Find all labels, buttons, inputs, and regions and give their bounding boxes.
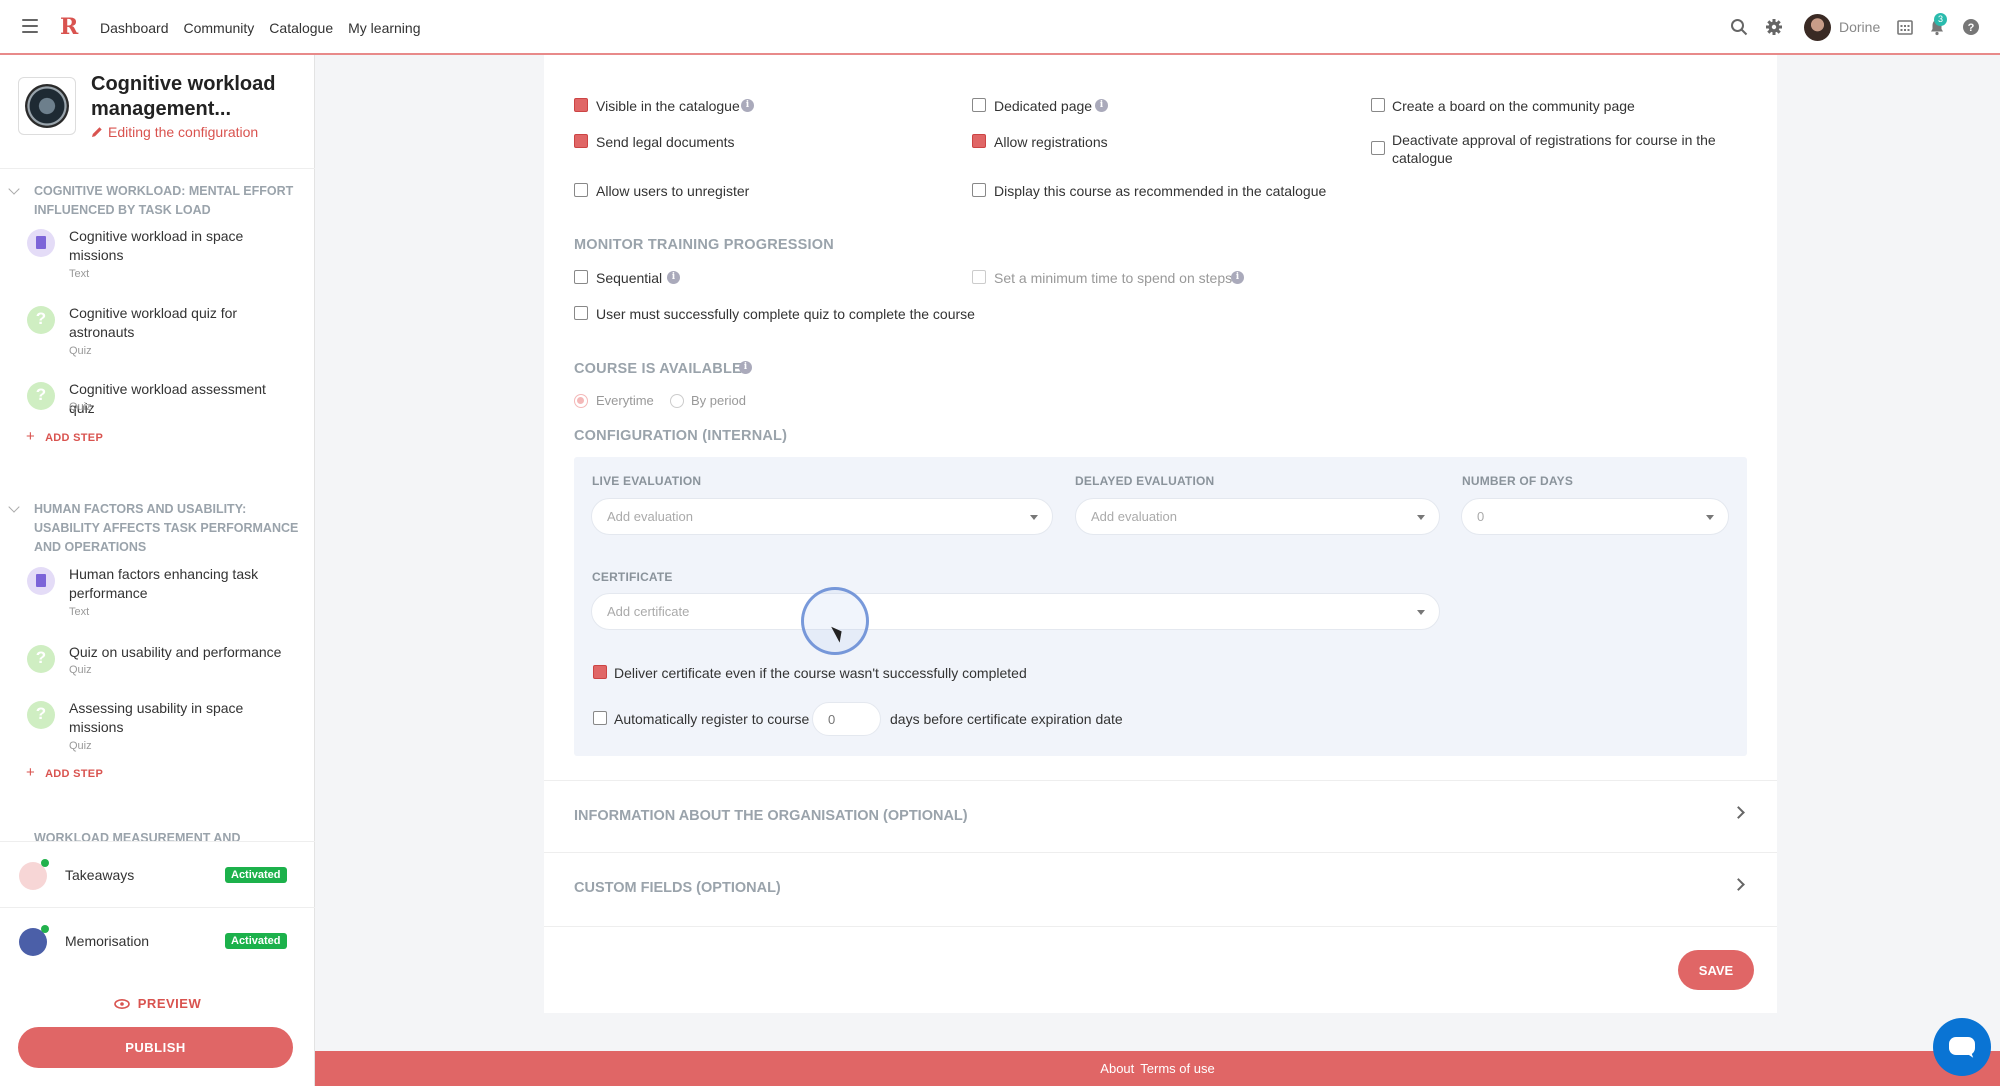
info-icon[interactable]: i xyxy=(741,99,754,112)
add-step-button[interactable]: + ADD STEP xyxy=(26,764,103,781)
sequential-checkbox[interactable] xyxy=(574,270,588,284)
allow-registrations-checkbox[interactable] xyxy=(972,134,986,148)
terms-link[interactable]: Terms of use xyxy=(1140,1061,1214,1076)
nav-dashboard[interactable]: Dashboard xyxy=(100,20,169,36)
quiz-step-icon xyxy=(27,645,55,673)
svg-text:?: ? xyxy=(1968,22,1975,34)
caret-down-icon xyxy=(1030,515,1038,520)
everytime-radio[interactable] xyxy=(574,394,588,408)
live-eval-select[interactable]: Add evaluation xyxy=(591,498,1053,535)
info-icon[interactable]: i xyxy=(1095,99,1108,112)
status-badge: Activated xyxy=(225,867,287,883)
chevron-down-icon[interactable] xyxy=(8,183,20,195)
section-header[interactable]: HUMAN FACTORS AND USABILITY: USABILITY A… xyxy=(0,500,300,557)
chevron-right-icon xyxy=(1732,806,1745,819)
divider xyxy=(544,926,1777,927)
publish-button[interactable]: PUBLISH xyxy=(18,1027,293,1068)
recommended-checkbox[interactable] xyxy=(972,183,986,197)
about-link[interactable]: About xyxy=(1100,1061,1134,1076)
info-icon[interactable]: i xyxy=(667,271,680,284)
info-icon[interactable]: i xyxy=(739,361,752,374)
allow-unregister-checkbox[interactable] xyxy=(574,183,588,197)
delayed-eval-label: DELAYED EVALUATION xyxy=(1075,474,1215,488)
module-takeaways[interactable]: Takeaways Activated xyxy=(0,841,315,907)
module-memorisation[interactable]: Memorisation Activated xyxy=(0,907,315,973)
notification-badge: 3 xyxy=(1934,13,1947,26)
days-label: NUMBER OF DAYS xyxy=(1462,474,1574,488)
delayed-eval-select[interactable]: Add evaluation xyxy=(1075,498,1440,535)
days-select[interactable]: 0 xyxy=(1461,498,1729,535)
deactivate-approval-checkbox[interactable] xyxy=(1371,141,1385,155)
custom-fields-accordion[interactable]: CUSTOM FIELDS (OPTIONAL) xyxy=(544,852,1777,923)
text-step-icon xyxy=(27,229,55,257)
menu-icon[interactable] xyxy=(22,19,38,33)
auto-register-checkbox[interactable] xyxy=(593,711,607,725)
search-icon[interactable] xyxy=(1730,18,1748,36)
plus-icon: + xyxy=(26,428,36,445)
steps-list[interactable]: COGNITIVE WORKLOAD: MENTAL EFFORT INFLUE… xyxy=(0,168,315,841)
user-name[interactable]: Dorine xyxy=(1839,19,1880,35)
nav-community[interactable]: Community xyxy=(184,20,255,36)
footer: About Terms of use xyxy=(315,1051,2000,1086)
quiz-step-icon xyxy=(27,701,55,729)
status-badge: Activated xyxy=(225,933,287,949)
calendar-icon[interactable] xyxy=(1896,18,1914,36)
preview-button[interactable]: PREVIEW xyxy=(0,996,315,1011)
visible-in-catalogue-checkbox[interactable] xyxy=(574,98,588,112)
chevron-down-icon[interactable] xyxy=(8,501,20,513)
save-button[interactable]: SAVE xyxy=(1678,950,1754,990)
min-time-checkbox[interactable] xyxy=(972,270,986,284)
config-heading: CONFIGURATION (INTERNAL) xyxy=(574,428,788,444)
deliver-certificate-checkbox[interactable] xyxy=(593,665,607,679)
plus-icon: + xyxy=(26,764,36,781)
add-step-button[interactable]: + ADD STEP xyxy=(26,428,103,445)
course-sidebar: Cognitive workload management... Editing… xyxy=(0,55,315,1086)
quiz-required-checkbox[interactable] xyxy=(574,306,588,320)
top-bar: R Dashboard Community Catalogue My learn… xyxy=(0,0,2000,55)
available-heading: COURSE IS AVAILABLE xyxy=(574,361,742,377)
course-title: Cognitive workload management... xyxy=(91,73,276,120)
brand-logo[interactable]: R xyxy=(60,14,78,40)
monitor-heading: MONITOR TRAINING PROGRESSION xyxy=(574,237,834,253)
info-icon[interactable]: i xyxy=(1231,271,1244,284)
status-dot xyxy=(41,925,49,933)
caret-down-icon xyxy=(1417,515,1425,520)
chat-button[interactable] xyxy=(1933,1018,1991,1076)
editing-config-link[interactable]: Editing the configuration xyxy=(91,124,258,140)
nav-my-learning[interactable]: My learning xyxy=(348,20,420,36)
help-icon[interactable]: ? xyxy=(1962,18,1980,36)
auto-register-days-input[interactable] xyxy=(812,702,881,736)
editing-label: Editing the configuration xyxy=(108,124,259,140)
by-period-radio[interactable] xyxy=(670,394,684,408)
caret-down-icon xyxy=(1706,515,1714,520)
course-thumbnail xyxy=(18,77,76,135)
dedicated-page-checkbox[interactable] xyxy=(972,98,986,112)
quiz-step-icon xyxy=(27,306,55,334)
nav-catalogue[interactable]: Catalogue xyxy=(269,20,333,36)
user-avatar[interactable] xyxy=(1804,14,1831,41)
cursor-highlight xyxy=(801,587,869,655)
section-header[interactable]: COGNITIVE WORKLOAD: MENTAL EFFORT INFLUE… xyxy=(0,182,300,220)
text-step-icon xyxy=(27,567,55,595)
certificate-select[interactable]: Add certificate xyxy=(591,593,1440,630)
pencil-icon xyxy=(92,127,102,137)
live-eval-label: LIVE EVALUATION xyxy=(592,474,702,488)
certificate-label: CERTIFICATE xyxy=(592,570,673,584)
main-nav: Dashboard Community Catalogue My learnin… xyxy=(100,0,421,55)
chevron-right-icon xyxy=(1732,878,1745,891)
caret-down-icon xyxy=(1417,610,1425,615)
eye-icon xyxy=(113,999,130,1009)
quiz-step-icon xyxy=(27,382,55,410)
community-board-checkbox[interactable] xyxy=(1371,98,1385,112)
status-dot xyxy=(41,859,49,867)
send-legal-documents-checkbox[interactable] xyxy=(574,134,588,148)
gear-icon[interactable] xyxy=(1765,18,1783,36)
org-info-accordion[interactable]: INFORMATION ABOUT THE ORGANISATION (OPTI… xyxy=(544,780,1777,851)
section-header[interactable]: WORKLOAD MEASUREMENT AND xyxy=(0,829,300,841)
